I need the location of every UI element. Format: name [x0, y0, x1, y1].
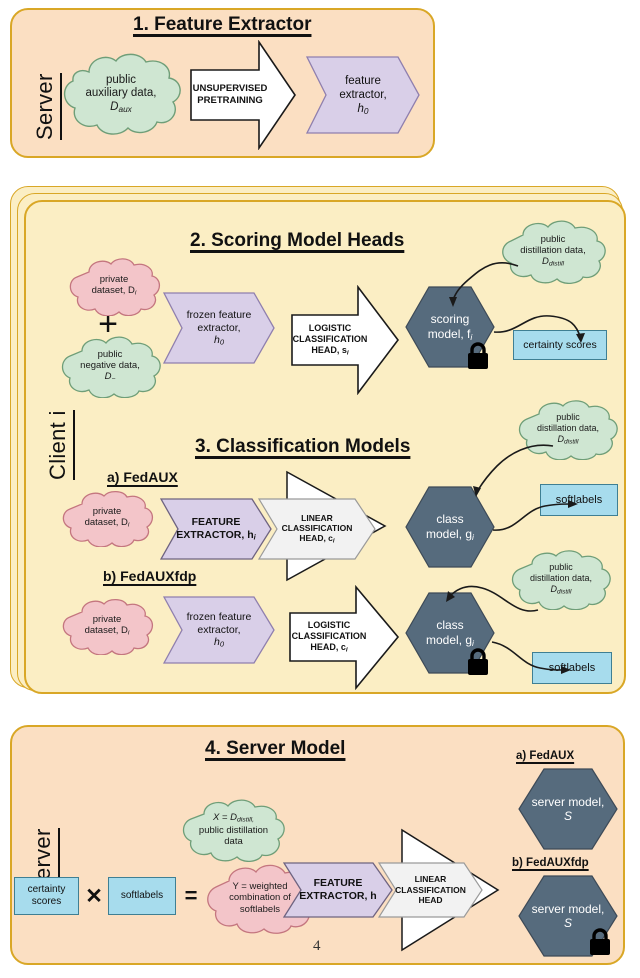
hexagon-class-model-s3b-text: class model, gi [426, 618, 474, 648]
lock-icon [590, 928, 610, 955]
equals-icon: = [184, 883, 198, 908]
diagram-page: Server 1. Feature Extractor public auxil… [0, 0, 640, 978]
cloud-private-dataset-s2-text: private dataset, Di [91, 274, 137, 297]
chevron-linear-classification-head-s4: LINEAR CLASSIFICATION HEAD [378, 862, 483, 918]
lock-icon [468, 648, 488, 675]
cloud-public-negative-data: public negative data, D− [55, 334, 165, 398]
multiply-icon: ✕ [85, 884, 103, 908]
subheading-fedaux-s3: a) FedAUX [107, 469, 178, 485]
side-label-client: Client i [45, 410, 75, 480]
box-certainty-scores-s2: certainty scores [513, 330, 607, 360]
cloud-public-distillation-data-s2-text: public distillation data, Ddistill [520, 233, 586, 268]
box-certainty-scores-s4-text: certainty scores [27, 884, 66, 907]
chevron-linear-classification-head-s4-text: LINEAR CLASSIFICATION HEAD [395, 874, 466, 906]
subheading-fedaux-s4: a) FedAUX [516, 750, 575, 762]
chevron-feature-extractor-s3a: FEATURE EXTRACTOR, hi [160, 498, 272, 560]
heading-server-model: 4. Server Model [205, 738, 346, 759]
cloud-public-distillation-data-s3b: public distillation data, Ddistill [505, 548, 617, 610]
cloud-private-dataset-s3a: private dataset, Di [57, 489, 157, 547]
arrow-unsupervised-pretraining-text: UNSUPERVISED PRETRAINING [192, 83, 268, 106]
lock-icon [468, 342, 488, 369]
hexagon-scoring-model-text: scoring model, fi [427, 312, 473, 342]
chevron-frozen-feature-extractor-s3b: frozen feature extractor, h0 [163, 596, 275, 664]
chevron-feature-extractor-s4-text: FEATURE EXTRACTOR, h [299, 877, 377, 902]
arrow-logistic-classification-head-s2-text: LOGISTIC CLASSIFICATION HEAD, si [292, 322, 368, 357]
cloud-public-auxiliary-data: public auxiliary data, Daux [56, 50, 186, 138]
page-number: 4 [313, 938, 321, 954]
cloud-public-distillation-data-s3a-text: public distillation data, Ddistill [536, 412, 600, 445]
arrow-logistic-classification-head-s3b-text: LOGISTIC CLASSIFICATION HEAD, ci [291, 620, 367, 654]
chevron-linear-classification-head-s3a-text: LINEAR CLASSIFICATION HEAD, ci [281, 512, 353, 545]
hexagon-server-model-fedaux-text: server model, S [531, 794, 605, 823]
subheading-fedauxfdp-s4: b) FedAUXfdp [512, 857, 589, 869]
cloud-public-distillation-data-s2: public distillation data, Ddistill [495, 218, 611, 284]
cloud-private-dataset-s3a-text: private dataset, Di [84, 506, 130, 529]
chevron-linear-classification-head-s3a: LINEAR CLASSIFICATION HEAD, ci [258, 498, 376, 560]
heading-feature-extractor: 1. Feature Extractor [133, 14, 312, 35]
hexagon-class-model-s3a-text: class model, gi [426, 512, 474, 542]
chevron-feature-extractor-h0: feature extractor, h0 [306, 56, 420, 134]
chevron-feature-extractor-s4: FEATURE EXTRACTOR, h [283, 862, 393, 918]
chevron-frozen-feature-extractor-s2: frozen feature extractor, h0 [163, 292, 275, 364]
hexagon-server-model-fedaux: server model, S [518, 768, 618, 850]
box-softlabels-s3b: softlabels [532, 652, 612, 684]
box-softlabels-s3a: softlabels [540, 484, 618, 516]
arrow-logistic-classification-head-s3b: LOGISTIC CLASSIFICATION HEAD, ci [288, 585, 400, 690]
heading-scoring-model-heads: 2. Scoring Model Heads [190, 230, 405, 251]
cloud-x-distill-text: X = Ddistill, public distillation data [198, 812, 269, 847]
chevron-feature-extractor-s3a-text: FEATURE EXTRACTOR, hi [176, 516, 256, 542]
arrow-unsupervised-pretraining: UNSUPERVISED PRETRAINING [189, 40, 297, 150]
chevron-feature-extractor-h0-text: feature extractor, h0 [339, 74, 387, 116]
box-certainty-scores-s4: certainty scores [14, 877, 79, 915]
cloud-x-distill: X = Ddistill, public distillation data [176, 797, 291, 862]
hexagon-server-model-fedauxfdp-text: server model, S [531, 901, 605, 930]
chevron-frozen-feature-extractor-s3b-text: frozen feature extractor, h0 [186, 610, 252, 650]
cloud-private-dataset-s3b-text: private dataset, Di [84, 614, 130, 637]
cloud-private-dataset-s3b: private dataset, Di [57, 597, 157, 655]
box-softlabels-s4: softlabels [108, 877, 176, 915]
cloud-private-dataset-s2: private dataset, Di [64, 256, 164, 316]
cloud-public-negative-data-text: public negative data, D− [80, 348, 140, 383]
cloud-public-auxiliary-data-text: public auxiliary data, Daux [85, 73, 157, 114]
heading-classification-models: 3. Classification Models [195, 436, 411, 457]
cloud-public-distillation-data-s3a: public distillation data, Ddistill [512, 398, 624, 460]
cloud-public-distillation-data-s3b-text: public distillation data, Ddistill [529, 562, 593, 595]
subheading-fedauxfdp-s3: b) FedAUXfdp [103, 568, 197, 584]
arrow-logistic-classification-head-s2: LOGISTIC CLASSIFICATION HEAD, si [290, 285, 400, 395]
chevron-frozen-feature-extractor-s2-text: frozen feature extractor, h0 [186, 308, 252, 348]
hexagon-class-model-s3a: class model, gi [405, 486, 495, 568]
